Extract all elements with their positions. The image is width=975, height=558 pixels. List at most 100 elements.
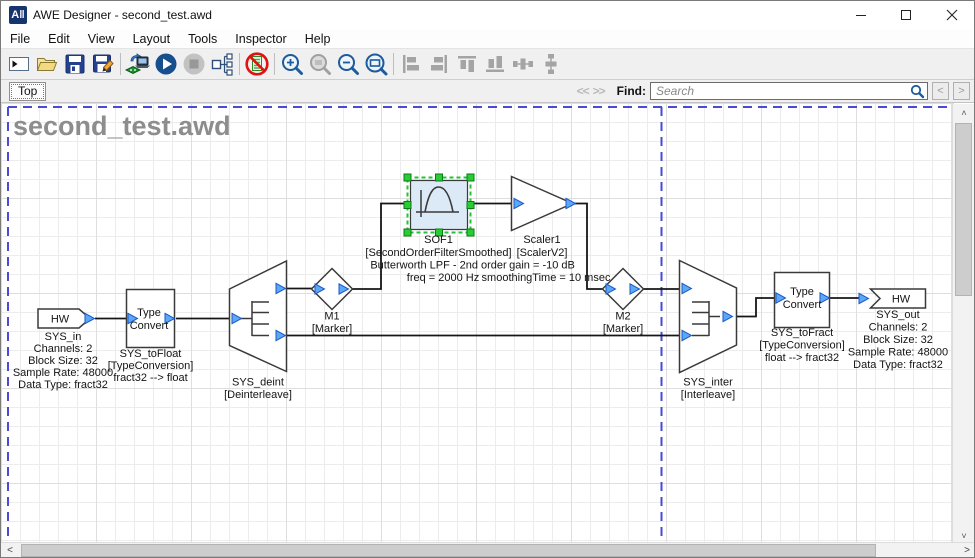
awe-designer-window: A‖ AWE Designer - second_test.awd File E… <box>0 0 975 558</box>
menu-inspector[interactable]: Inspector <box>226 32 295 46</box>
label: Data Type: fract32 <box>18 379 108 391</box>
zoom-selection-icon <box>308 52 332 76</box>
port-scaler-out[interactable] <box>566 198 576 208</box>
label: [Interleave] <box>681 389 735 401</box>
horizontal-scrollbar[interactable]: < > <box>1 542 975 557</box>
open-button[interactable] <box>33 51 61 78</box>
tab-bar: Top << >> Find: < > <box>1 80 974 103</box>
find-label: Find: <box>617 84 646 98</box>
label: fract32 --> float <box>113 372 187 384</box>
wire-inter-tofract[interactable] <box>734 298 776 317</box>
label: SYS_out <box>876 309 919 321</box>
label: SOF1 <box>424 234 453 246</box>
route-button[interactable] <box>208 51 236 78</box>
align-top-icon <box>455 52 479 76</box>
label: Channels: 2 <box>869 322 928 334</box>
stop-icon <box>182 52 206 76</box>
label: Convert <box>130 320 169 332</box>
canvas-doc-title: second_test.awd <box>13 111 231 141</box>
label: Data Type: fract32 <box>853 359 943 371</box>
menu-file[interactable]: File <box>1 32 39 46</box>
zoom-selection-button[interactable] <box>306 51 334 78</box>
label: Sample Rate: 48000 <box>848 347 948 359</box>
find-next-button[interactable]: > <box>953 82 970 100</box>
minimize-icon <box>856 10 867 21</box>
label: [SecondOrderFilterSmoothed] <box>365 247 511 259</box>
open-folder-icon <box>35 52 59 76</box>
align-right-icon <box>427 52 451 76</box>
menu-layout[interactable]: Layout <box>124 32 180 46</box>
label: [TypeConversion] <box>108 360 194 372</box>
scroll-left-button[interactable]: < <box>1 543 19 558</box>
vertical-scroll-thumb[interactable] <box>955 123 972 296</box>
connect-target-button[interactable] <box>124 51 152 78</box>
label: gain = -10 dB <box>509 260 575 272</box>
block-sys-in-label: HW <box>51 314 70 326</box>
title-bar: A‖ AWE Designer - second_test.awd <box>1 1 974 29</box>
zoom-in-button[interactable] <box>278 51 306 78</box>
menu-view[interactable]: View <box>79 32 124 46</box>
scroll-up-button[interactable]: ˄ <box>953 104 975 121</box>
maximize-button[interactable] <box>884 1 929 29</box>
align-bottom-button[interactable] <box>481 51 509 78</box>
route-icon <box>210 52 234 76</box>
menu-help[interactable]: Help <box>296 32 340 46</box>
align-right-button[interactable] <box>425 51 453 78</box>
scroll-right-button[interactable]: > <box>958 543 975 558</box>
play-button[interactable] <box>152 51 180 78</box>
zoom-out-button[interactable] <box>334 51 362 78</box>
horizontal-scroll-thumb[interactable] <box>21 544 876 557</box>
zoom-out-icon <box>336 52 360 76</box>
label: [Marker] <box>603 323 643 335</box>
window-title: AWE Designer - second_test.awd <box>33 8 212 22</box>
close-icon <box>946 9 958 21</box>
disable-inspectors-button[interactable] <box>243 51 271 78</box>
minimize-button[interactable] <box>839 1 884 29</box>
app-icon: A‖ <box>9 6 27 24</box>
stop-button[interactable] <box>180 51 208 78</box>
align-top-button[interactable] <box>453 51 481 78</box>
port-sysin-out[interactable] <box>85 313 95 323</box>
tab-top[interactable]: Top <box>9 82 46 101</box>
label: float --> fract32 <box>765 352 839 364</box>
save-icon <box>63 52 87 76</box>
label: Butterworth LPF - 2nd order <box>370 260 507 272</box>
schematic-canvas[interactable]: second_test.awd HW SYS_in Channels: 2 Bl… <box>1 103 954 543</box>
find-prev-button[interactable]: < <box>932 82 949 100</box>
maximize-icon <box>901 10 912 21</box>
distribute-vertical-button[interactable] <box>537 51 565 78</box>
label: Sample Rate: 48000 <box>13 367 113 379</box>
close-button[interactable] <box>929 1 974 29</box>
label: Block Size: 32 <box>28 355 98 367</box>
port-sysout-in[interactable] <box>859 293 869 303</box>
block-sof1[interactable] <box>411 181 468 230</box>
label: smoothingTime = 10 msec <box>482 272 611 284</box>
find-prev-all-button[interactable]: << <box>577 84 589 98</box>
toolbar <box>1 49 974 80</box>
toolbar-separator <box>239 53 240 75</box>
save-button[interactable] <box>61 51 89 78</box>
toolbar-separator <box>393 53 394 75</box>
save-as-button[interactable] <box>89 51 117 78</box>
new-model-button[interactable] <box>5 51 33 78</box>
label: Channels: 2 <box>34 343 93 355</box>
label: Convert <box>783 299 822 311</box>
align-bottom-icon <box>483 52 507 76</box>
vertical-scrollbar[interactable]: ˄ ˅ <box>952 104 974 544</box>
label: freq = 2000 Hz <box>407 272 479 284</box>
find-next-all-button[interactable]: >> <box>593 84 605 98</box>
schematic-svg: second_test.awd HW SYS_in Channels: 2 Bl… <box>1 103 954 543</box>
connect-target-icon <box>125 52 151 76</box>
menu-tools[interactable]: Tools <box>179 32 226 46</box>
save-as-icon <box>91 52 115 76</box>
search-icon[interactable] <box>910 84 925 99</box>
label: [Marker] <box>312 323 352 335</box>
label: M2 <box>615 311 630 323</box>
distribute-horizontal-button[interactable] <box>509 51 537 78</box>
zoom-fit-button[interactable] <box>362 51 390 78</box>
menu-edit[interactable]: Edit <box>39 32 79 46</box>
disable-inspectors-icon <box>244 51 270 77</box>
label: [Deinterleave] <box>224 389 292 401</box>
align-left-button[interactable] <box>397 51 425 78</box>
search-input[interactable] <box>650 82 928 100</box>
